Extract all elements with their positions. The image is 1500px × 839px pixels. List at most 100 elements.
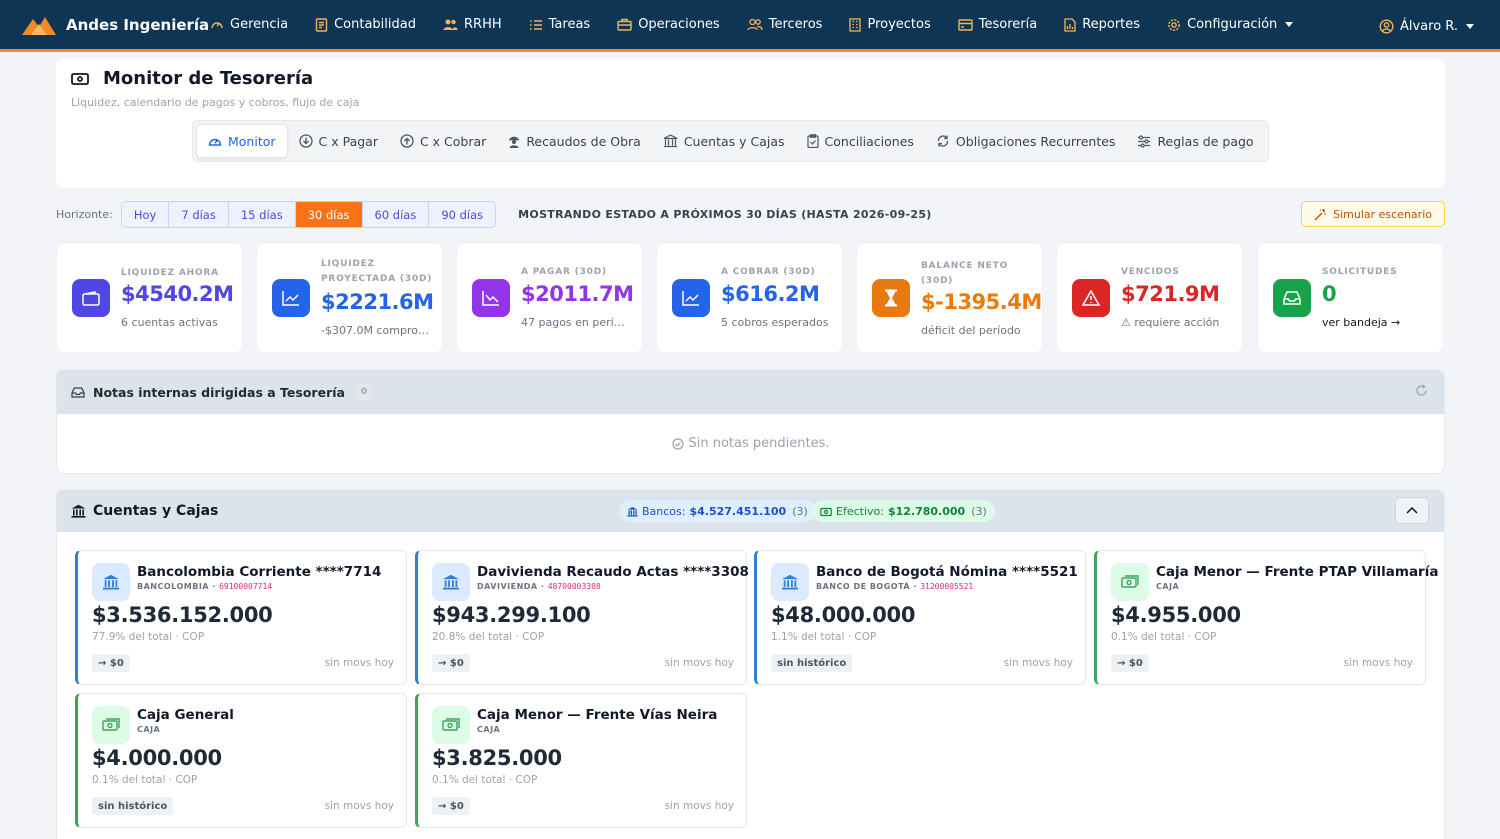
account-balance: $943.299.100 (432, 603, 591, 627)
bank-icon (432, 563, 470, 601)
account-entity: BANCOLOMBIA · 69100007714 (137, 582, 273, 591)
card-icon (958, 18, 973, 31)
user-menu[interactable]: Álvaro R. (1379, 0, 1474, 52)
bank-icon (627, 506, 638, 517)
account-card[interactable]: Caja Menor — Frente Vías Neira CAJA $3.8… (415, 693, 747, 828)
account-name: Caja Menor — Frente Vías Neira (477, 707, 718, 723)
cash-icon (432, 706, 470, 744)
tab-cxpagar[interactable]: C x Pagar (288, 124, 389, 158)
notes-count-badge: 0 (354, 383, 373, 401)
sliders-icon (1137, 134, 1151, 148)
kpi-vencidos: VENCIDOS $721.9M ⚠ requiere acción (1056, 242, 1243, 353)
gauge-icon (208, 135, 222, 147)
wallet-icon (72, 279, 110, 317)
kpi-label: LIQUIDEZ PROYECTADA (30D) (321, 259, 433, 284)
kpi-label: BALANCE NETO (30D) (921, 261, 1009, 286)
list-icon (529, 19, 543, 31)
kpi-sub: 47 pagos en período (521, 316, 631, 329)
kpi-sub: ⚠ requiere acción (1121, 316, 1220, 329)
account-name: Davivienda Recaudo Actas ****3308 (477, 564, 749, 580)
page-header: Monitor de Tesorería Liquidez, calendari… (56, 58, 1445, 188)
horizon-option-7[interactable]: 7 días (169, 202, 229, 227)
bank-icon (71, 504, 86, 518)
horizon-option-hoy[interactable]: Hoy (121, 202, 170, 227)
account-card[interactable]: Davivienda Recaudo Actas ****3308 DAVIVI… (415, 550, 749, 685)
account-movements: sin movs hoy (324, 800, 394, 812)
chevron-down-icon (1285, 22, 1294, 27)
chevron-down-icon (1466, 23, 1474, 29)
tab-monitor[interactable]: Monitor (196, 124, 288, 158)
bancos-total-badge: Bancos: $4.527.451.100 (3) (619, 500, 816, 522)
internal-notes-panel: Notas internas dirigidas a Tesorería 0 S… (56, 369, 1445, 474)
page-title: Monitor de Tesorería (71, 68, 313, 89)
mountain-logo-icon (22, 15, 56, 35)
horizon-option-90[interactable]: 90 días (429, 202, 496, 227)
simulate-scenario-button[interactable]: Simular escenario (1301, 201, 1445, 227)
cash-icon (92, 706, 130, 744)
tab-reglas-pago[interactable]: Reglas de pago (1126, 124, 1264, 158)
user-circle-icon (1379, 18, 1394, 34)
nav-item-proyectos[interactable]: Proyectos (849, 0, 931, 51)
people-icon (443, 18, 458, 31)
tab-conciliaciones[interactable]: Conciliaciones (796, 124, 925, 158)
account-balance: $4.000.000 (92, 746, 222, 770)
tab-cuentas-cajas[interactable]: Cuentas y Cajas (652, 124, 796, 158)
nav-item-terceros[interactable]: Terceros (747, 0, 822, 51)
cash-icon (1111, 563, 1149, 601)
collapse-button[interactable] (1395, 497, 1429, 524)
tab-obligaciones-recurrentes[interactable]: Obligaciones Recurrentes (925, 124, 1127, 158)
account-card[interactable]: Caja General CAJA $4.000.000 0.1% del to… (75, 693, 407, 828)
horizon-option-15[interactable]: 15 días (228, 202, 296, 227)
nav-item-gerencia[interactable]: Gerencia (210, 0, 288, 51)
account-share: 0.1% del total · COP (432, 774, 538, 786)
bank-icon (92, 563, 130, 601)
kpi-label: A COBRAR (30D) (721, 267, 816, 277)
nav-item-reportes[interactable]: Reportes (1064, 0, 1140, 51)
account-card[interactable]: Caja Menor — Frente PTAP Villamaría CAJA… (1094, 550, 1438, 685)
kpi-balance-neto: BALANCE NETO (30D) $-1395.4M déficit del… (856, 242, 1043, 353)
account-card[interactable]: Banco de Bogotá Nómina ****5521 BANCO DE… (754, 550, 1086, 685)
account-balance: $3.825.000 (432, 746, 562, 770)
nav-item-contabilidad[interactable]: Contabilidad (315, 0, 416, 51)
tab-cxcobrar[interactable]: C x Cobrar (389, 124, 497, 158)
kpi-label: A PAGAR (30D) (521, 267, 607, 277)
kpi-sub: déficit del período (921, 324, 1021, 337)
nav-item-configuracion[interactable]: Configuración (1167, 0, 1294, 51)
nav-item-operaciones[interactable]: Operaciones (617, 0, 720, 51)
nav-item-tareas[interactable]: Tareas (529, 0, 590, 51)
kpi-sub: -$307.0M comprometidos (321, 324, 431, 337)
refresh-icon[interactable] (1415, 384, 1428, 397)
accounts-panel: Cuentas y Cajas Bancos: $4.527.451.100 (… (56, 489, 1445, 839)
check-circle-icon (671, 437, 684, 450)
kpi-a-cobrar: A COBRAR (30D) $616.2M 5 cobros esperado… (656, 242, 843, 353)
trend-down-icon (472, 279, 510, 317)
bank-icon (771, 563, 809, 601)
bank-icon (663, 134, 678, 148)
horizon-option-30[interactable]: 30 días (295, 202, 363, 227)
inbox-icon (1273, 279, 1311, 317)
notes-empty-state: Sin notas pendientes. (57, 436, 1444, 451)
account-movements: sin movs hoy (664, 800, 734, 812)
user-name: Álvaro R. (1399, 18, 1458, 34)
brand[interactable]: Andes Ingeniería (0, 15, 210, 35)
account-card[interactable]: Bancolombia Corriente ****7714 BANCOLOMB… (75, 550, 407, 685)
horizon-option-60[interactable]: 60 días (362, 202, 430, 227)
kpi-liquidez-ahora: LIQUIDEZ AHORA $4540.2M 6 cuentas activa… (56, 242, 243, 353)
tab-recaudos-obra[interactable]: Recaudos de Obra (497, 124, 652, 158)
horizon-status: MOSTRANDO ESTADO A PRÓXIMOS 30 DÍAS (HAS… (518, 208, 932, 221)
worker-icon (508, 134, 520, 148)
account-share: 0.1% del total · COP (1111, 631, 1217, 643)
account-movements: sin movs hoy (1343, 657, 1413, 669)
horizon-label: Horizonte: (56, 208, 113, 221)
notes-header: Notas internas dirigidas a Tesorería 0 (57, 370, 1444, 414)
cash-icon (71, 72, 89, 86)
nav-item-rrhh[interactable]: RRHH (443, 0, 502, 51)
arrow-up-circle-icon (400, 134, 414, 148)
treasury-tabs: Monitor C x Pagar C x Cobrar Recaudos de… (192, 120, 1269, 162)
kpi-value: $2221.6M (321, 290, 434, 314)
account-share: 1.1% del total · COP (771, 631, 877, 643)
kpi-solicitudes[interactable]: SOLICITUDES 0 ver bandeja → (1257, 242, 1444, 353)
nav-item-tesoreria[interactable]: Tesorería (958, 0, 1037, 51)
view-inbox-link[interactable]: ver bandeja → (1322, 316, 1432, 329)
account-number: 69100007714 (219, 582, 273, 591)
